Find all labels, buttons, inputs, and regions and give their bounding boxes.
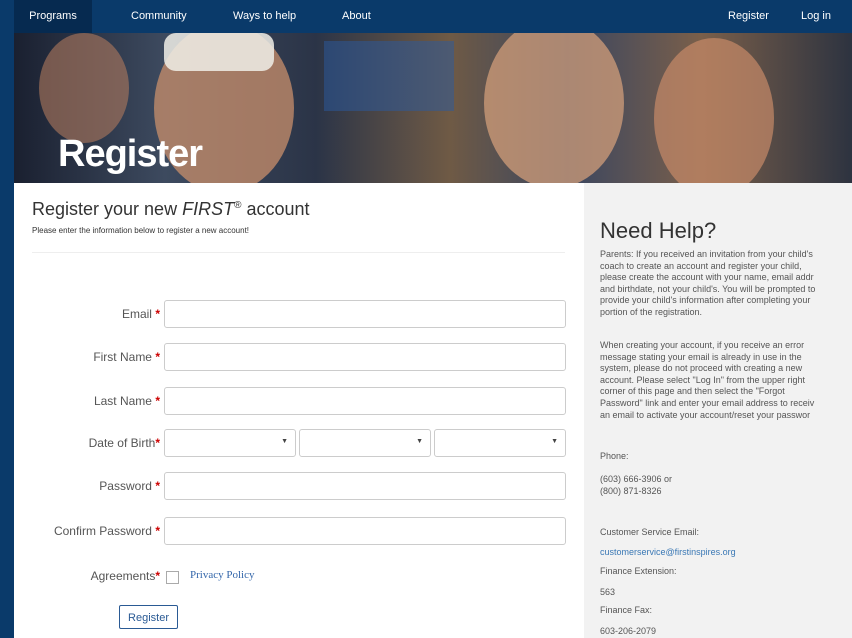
finance-ext-value: 563 [600,587,616,597]
nav-community[interactable]: Community [131,0,187,33]
top-nav: Programs Community Ways to help About Re… [14,0,852,33]
register-button[interactable]: Register [119,605,178,629]
confirm-password-label: Confirm Password * [53,524,160,538]
phone-numbers: (603) 666-3906 or (800) 871-8326 [600,474,673,496]
hero-title: Register [58,133,203,175]
confirm-password-field[interactable] [164,517,566,545]
last-name-field[interactable] [164,387,566,415]
cs-email-label: Customer Service Email: [600,527,700,537]
chevron-down-icon: ▼ [551,438,558,445]
nav-about[interactable]: About [342,0,371,33]
cs-email-link[interactable]: customerservice@firstinspires.org [600,547,852,559]
finance-ext-label: Finance Extension: [600,566,677,576]
help-panel: Need Help? Parents: If you received an i… [584,183,852,638]
first-name-label: First Name * [93,350,160,364]
nav-ways-to-help[interactable]: Ways to help [233,0,296,33]
left-edge-bar [0,0,14,638]
register-form-panel: Register your new FIRST® account Please … [14,183,584,638]
dob-day-select[interactable]: ▼ [299,429,431,457]
phone-label: Phone: [600,451,629,461]
finance-fax-value: 603-206-2079 [600,626,657,636]
password-label: Password * [99,479,160,493]
help-email-text: When creating your account, if you recei… [600,340,815,420]
last-name-label: Last Name * [93,394,160,408]
help-title: Need Help? [600,218,717,243]
password-field[interactable] [164,472,566,500]
first-name-field[interactable] [164,343,566,371]
hero-banner: Register [14,33,852,183]
dob-year-select[interactable]: ▼ [434,429,566,457]
form-intro: Please enter the information below to re… [32,226,250,235]
help-parents-text: Parents: If you received an invitation f… [600,249,816,317]
privacy-policy-checkbox[interactable] [166,571,179,584]
chevron-down-icon: ▼ [416,438,423,445]
dob-month-select[interactable]: ▼ [164,429,296,457]
chevron-down-icon: ▼ [281,438,288,445]
nav-programs[interactable]: Programs [14,0,92,33]
nav-register[interactable]: Register [728,0,769,33]
finance-fax-label: Finance Fax: [600,605,653,615]
agreements-label: Agreements* [90,569,160,583]
email-label: Email * [121,307,160,321]
divider [32,252,565,253]
privacy-policy-link[interactable]: Privacy Policy [190,569,254,581]
nav-login[interactable]: Log in [801,0,831,33]
dob-label: Date of Birth* [88,436,160,450]
email-field[interactable] [164,300,566,328]
form-heading: Register your new FIRST® account [32,199,310,219]
